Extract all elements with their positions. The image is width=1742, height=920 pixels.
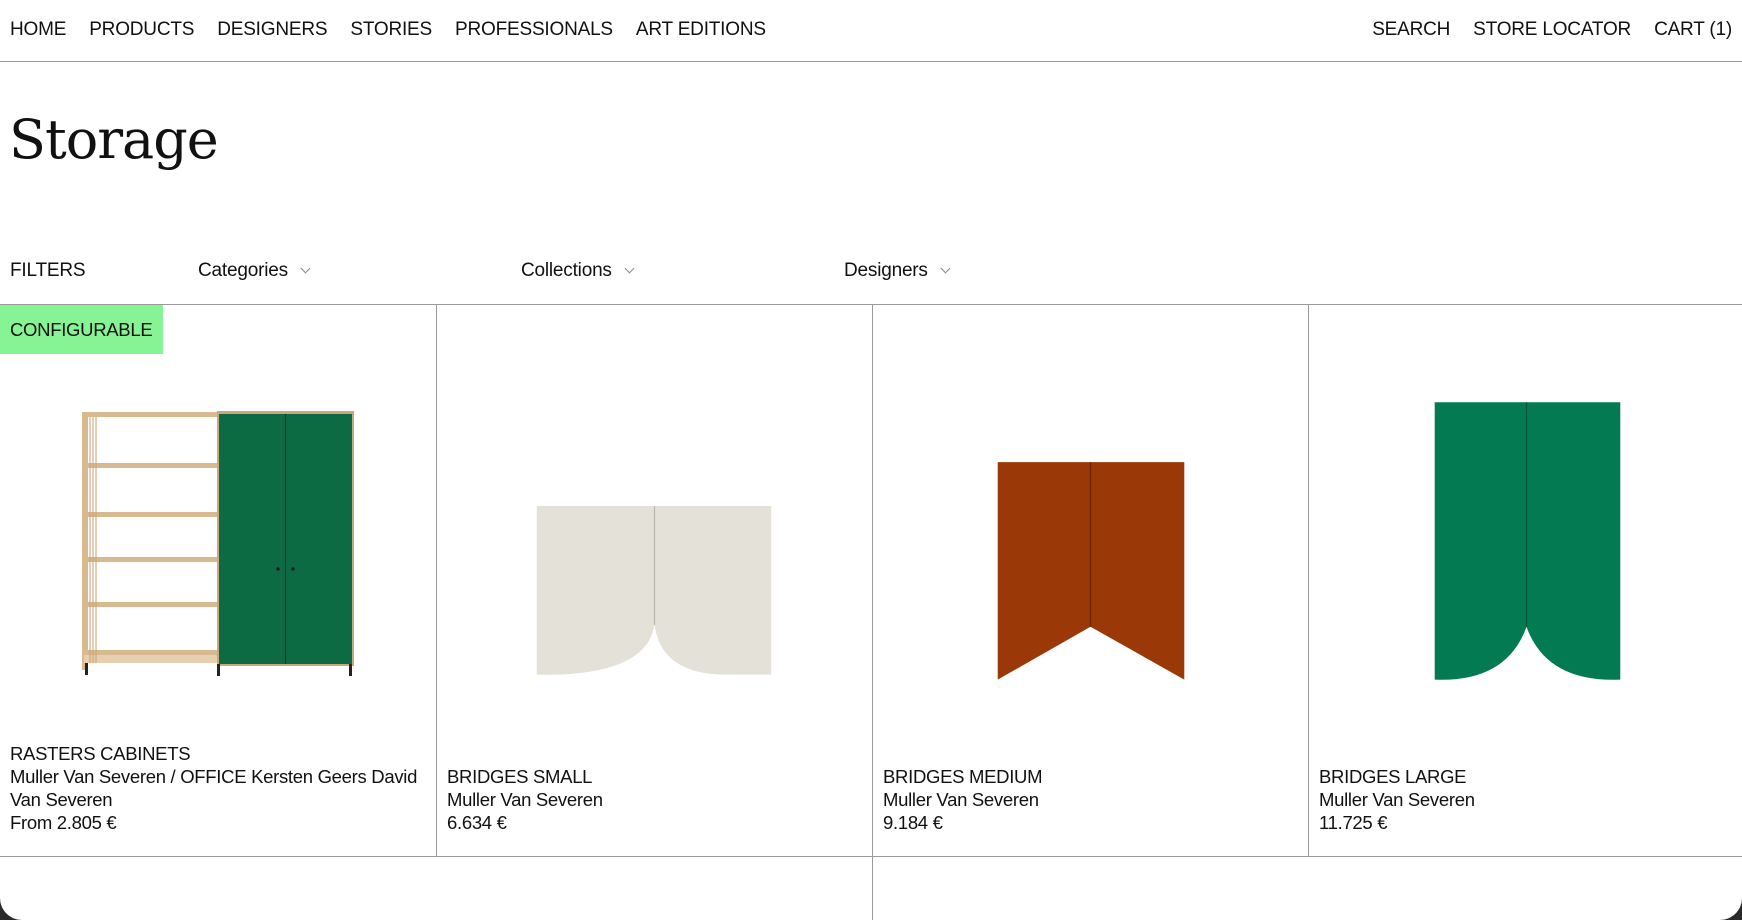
- product-name: BRIDGES LARGE: [1319, 766, 1467, 787]
- product-designer: Muller Van Severen: [1319, 789, 1475, 810]
- filters-label[interactable]: FILTERS: [10, 260, 86, 282]
- collections-dropdown-label: Collections: [521, 260, 612, 281]
- product-card-bridges-large[interactable]: BRIDGES LARGE Muller Van Severen 11.725 …: [1308, 305, 1742, 856]
- product-designer: Muller Van Severen / OFFICE Kersten Geer…: [10, 766, 418, 810]
- product-price: 6.634 €: [447, 812, 507, 833]
- chevron-down-icon: [300, 263, 311, 274]
- product-price: 11.725 €: [1319, 812, 1388, 833]
- top-navigation: HOME PRODUCTS DESIGNERS STORIES PROFESSI…: [0, 0, 1742, 62]
- nav-home-link[interactable]: HOME: [10, 19, 66, 41]
- product-name: BRIDGES MEDIUM: [883, 766, 1043, 787]
- grid-divider: [872, 857, 873, 920]
- categories-dropdown-label: Categories: [198, 260, 288, 281]
- product-name: BRIDGES SMALL: [447, 766, 593, 787]
- utility-nav: SEARCH STORE LOCATOR CART (1): [1349, 19, 1732, 41]
- collections-dropdown[interactable]: Collections: [521, 260, 635, 282]
- product-grid-next-row: [0, 857, 1742, 920]
- product-grid: CONFIGURABLE RASTERS CABINETS Muller Van…: [0, 305, 1742, 857]
- nav-designers-link[interactable]: DESIGNERS: [217, 19, 327, 41]
- cart-link[interactable]: CART (1): [1654, 19, 1732, 41]
- green-cabinet: [217, 411, 354, 676]
- primary-nav: HOME PRODUCTS DESIGNERS STORIES PROFESSI…: [10, 19, 789, 41]
- product-image: [82, 411, 354, 676]
- nav-products-link[interactable]: PRODUCTS: [89, 19, 194, 41]
- product-card-rasters-cabinets[interactable]: CONFIGURABLE RASTERS CABINETS Muller Van…: [0, 305, 436, 856]
- search-link[interactable]: SEARCH: [1372, 19, 1450, 41]
- product-listing-page: HOME PRODUCTS DESIGNERS STORIES PROFESSI…: [0, 0, 1742, 920]
- product-name: RASTERS CABINETS: [10, 743, 191, 764]
- chevron-down-icon: [940, 263, 951, 274]
- product-info: BRIDGES MEDIUM Muller Van Severen 9.184 …: [883, 765, 1300, 834]
- designers-dropdown-label: Designers: [844, 260, 928, 281]
- product-info: RASTERS CABINETS Muller Van Severen / OF…: [10, 742, 428, 834]
- product-price: From 2.805 €: [10, 812, 117, 833]
- page-title: Storage: [9, 108, 219, 171]
- shelf-unit: [82, 412, 219, 675]
- product-info: BRIDGES LARGE Muller Van Severen 11.725 …: [1319, 765, 1736, 834]
- product-designer: Muller Van Severen: [447, 789, 603, 810]
- configurable-badge: CONFIGURABLE: [0, 305, 164, 354]
- product-card-bridges-medium[interactable]: BRIDGES MEDIUM Muller Van Severen 9.184 …: [872, 305, 1308, 856]
- designers-dropdown[interactable]: Designers: [844, 260, 951, 282]
- product-image: [536, 506, 772, 675]
- nav-art-editions-link[interactable]: ART EDITIONS: [636, 19, 766, 41]
- product-card-bridges-small[interactable]: BRIDGES SMALL Muller Van Severen 6.634 €: [436, 305, 872, 856]
- categories-dropdown[interactable]: Categories: [198, 260, 311, 282]
- product-image: [997, 462, 1185, 680]
- product-price: 9.184 €: [883, 812, 943, 833]
- nav-professionals-link[interactable]: PROFESSIONALS: [455, 19, 613, 41]
- nav-stories-link[interactable]: STORIES: [350, 19, 432, 41]
- filters-bar: FILTERS Categories Collections Designers: [0, 258, 1742, 305]
- product-designer: Muller Van Severen: [883, 789, 1039, 810]
- product-info: BRIDGES SMALL Muller Van Severen 6.634 €: [447, 765, 864, 834]
- chevron-down-icon: [624, 263, 635, 274]
- store-locator-link[interactable]: STORE LOCATOR: [1473, 19, 1631, 41]
- product-image: [1434, 402, 1621, 680]
